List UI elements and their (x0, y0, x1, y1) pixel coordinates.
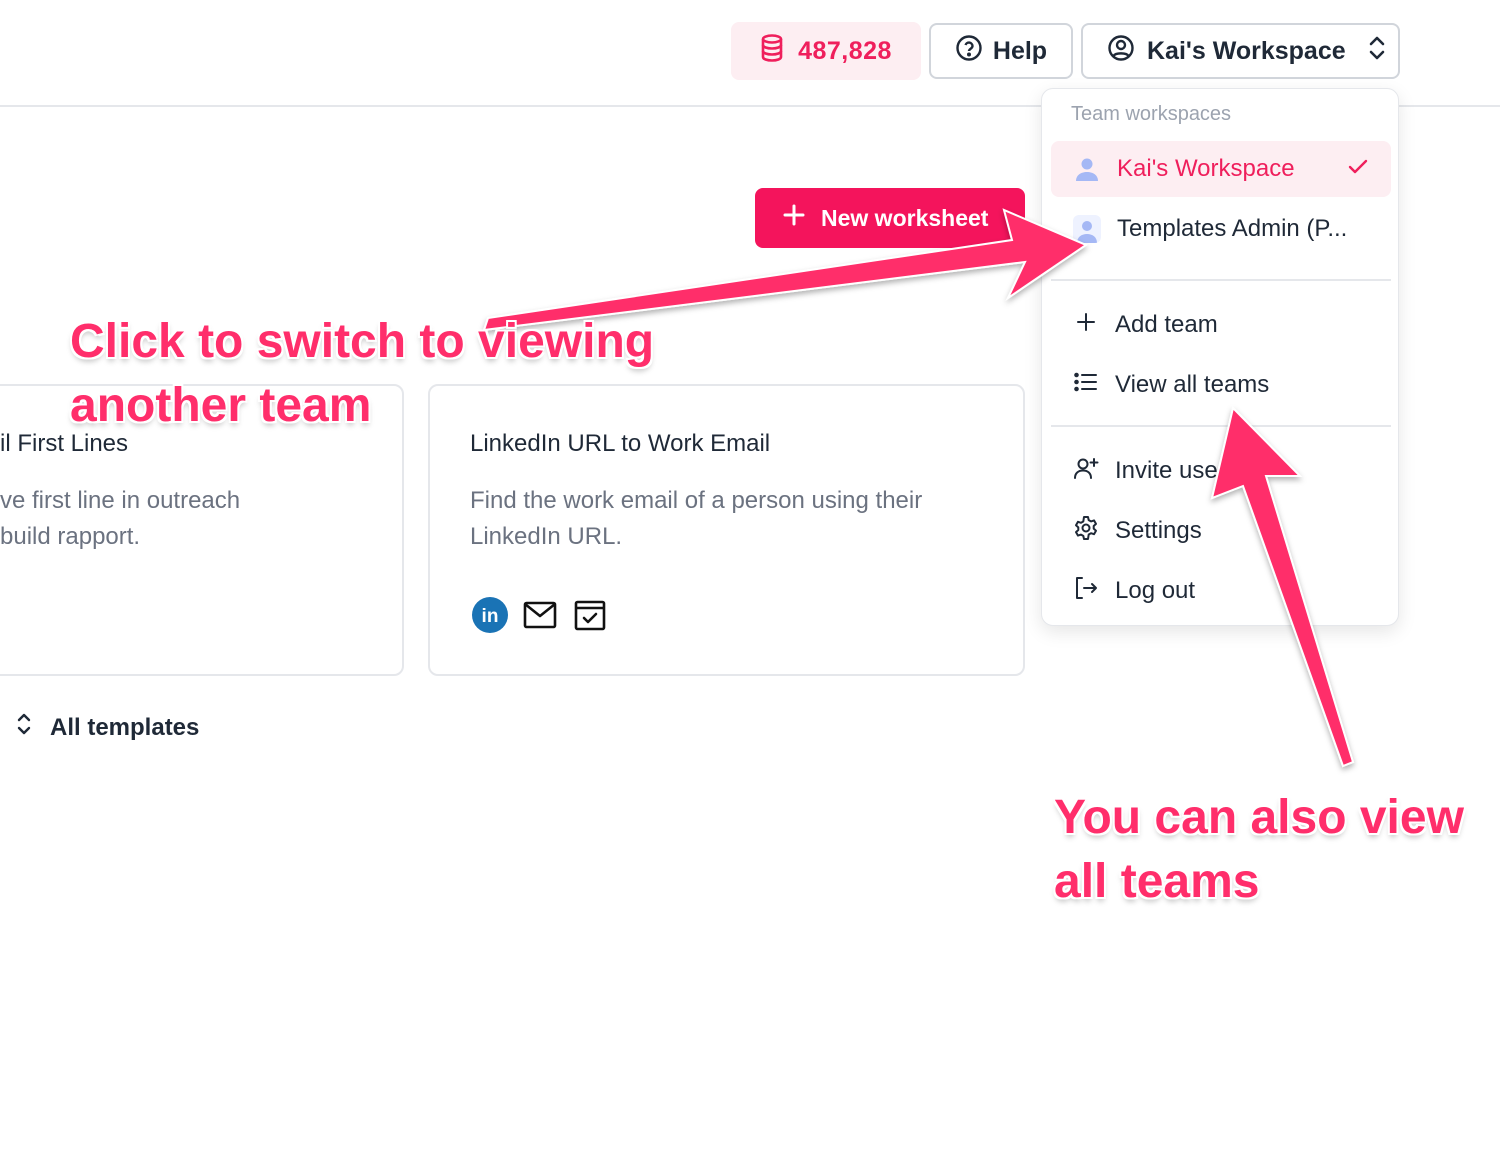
mail-icon (523, 600, 557, 635)
svg-text:in: in (482, 606, 499, 627)
new-worksheet-button[interactable]: New worksheet (755, 188, 1025, 248)
workspace-item-kais-workspace[interactable]: Kai's Workspace (1051, 141, 1391, 197)
user-avatar-icon (1073, 215, 1101, 243)
plus-icon (783, 204, 805, 232)
invite-user-item[interactable]: Invite use (1051, 443, 1391, 499)
user-avatar-icon (1073, 155, 1101, 183)
credits-count: 487,828 (798, 36, 892, 65)
calendar-check-icon (574, 599, 606, 636)
menu-divider (1051, 425, 1391, 427)
annotation-line: You can also view (1054, 791, 1464, 844)
chevron-up-down-icon (16, 712, 32, 743)
workspace-item-label: Templates Admin (P... (1117, 215, 1348, 242)
logout-icon (1073, 575, 1099, 608)
invite-user-label: Invite use (1115, 457, 1218, 484)
workspace-item-label: Kai's Workspace (1117, 155, 1295, 182)
help-label: Help (992, 36, 1048, 65)
user-plus-icon (1073, 455, 1099, 488)
annotation-line: Click to switch to viewing (70, 315, 655, 368)
list-icon (1073, 369, 1099, 402)
workspace-label: Kai's Workspace (1147, 36, 1346, 65)
annotation-view-all-teams: You can also view all teams (1054, 786, 1494, 914)
help-button[interactable]: Help (929, 23, 1073, 79)
view-all-teams-item[interactable]: View all teams (1051, 357, 1391, 413)
log-out-label: Log out (1115, 577, 1196, 604)
menu-section-label: Team workspaces (1071, 103, 1232, 125)
workspace-dropdown-menu: Team workspaces Kai's Workspace Template… (1041, 88, 1399, 626)
annotation-line: another team (70, 379, 372, 432)
new-worksheet-label: New worksheet (821, 204, 989, 231)
card-description-line2: build rapport. (0, 523, 141, 550)
card-description-line1: Find the work email of a person using th… (470, 487, 923, 514)
settings-label: Settings (1115, 517, 1202, 544)
plus-icon (1073, 309, 1099, 342)
add-team-item[interactable]: Add team (1051, 297, 1391, 353)
card-description-line2: LinkedIn URL. (470, 523, 623, 550)
annotation-line: all teams (1054, 855, 1260, 908)
card-description-line1: ve first line in outreach (0, 487, 241, 514)
view-all-teams-label: View all teams (1115, 371, 1270, 398)
database-icon (760, 33, 784, 69)
settings-item[interactable]: Settings (1051, 503, 1391, 559)
chevron-up-down-icon (1368, 35, 1386, 68)
checkmark-icon (1347, 156, 1369, 185)
all-templates-toggle[interactable]: All templates (16, 712, 199, 743)
workspace-item-templates-admin[interactable]: Templates Admin (P... (1051, 201, 1391, 257)
annotation-switch-team: Click to switch to viewing another team (70, 310, 690, 438)
all-templates-label: All templates (50, 713, 200, 741)
add-team-label: Add team (1115, 311, 1218, 338)
user-circle-icon (1107, 34, 1135, 69)
log-out-item[interactable]: Log out (1051, 563, 1391, 619)
credits-badge[interactable]: 487,828 (731, 22, 921, 80)
question-circle-icon (955, 34, 983, 69)
linkedin-icon: in (472, 597, 508, 638)
menu-divider (1051, 279, 1391, 281)
gear-icon (1073, 515, 1099, 548)
workspace-switcher-button[interactable]: Kai's Workspace (1081, 23, 1400, 79)
